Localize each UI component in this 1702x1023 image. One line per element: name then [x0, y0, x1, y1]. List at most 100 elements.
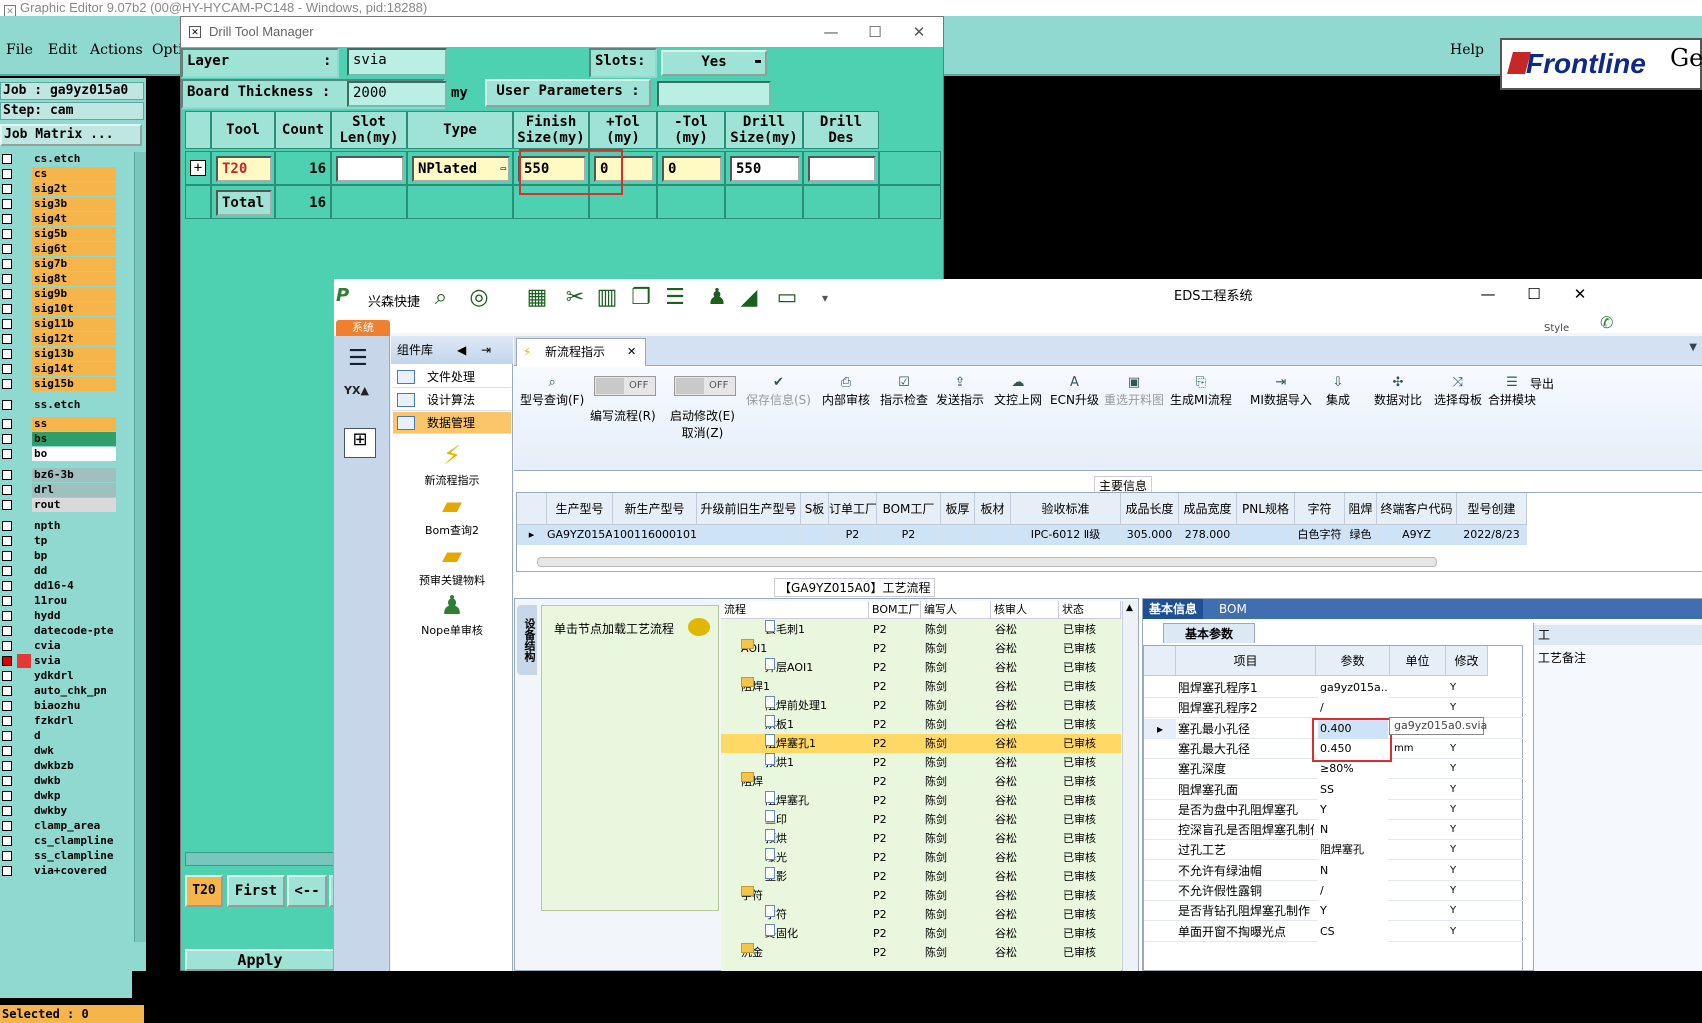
order-cell[interactable]: [975, 525, 1011, 545]
layer-row[interactable]: sig11b: [0, 317, 132, 331]
ribbon-button[interactable]: ☰ 合拼模块: [1488, 375, 1536, 408]
layer-row[interactable]: ss.etch: [0, 398, 132, 412]
system-tab[interactable]: 系统: [336, 320, 390, 336]
param-value[interactable]: N: [1318, 820, 1388, 841]
layer-checkbox[interactable]: [2, 641, 12, 651]
param-value[interactable]: 阻焊塞孔: [1318, 840, 1388, 861]
apply-button[interactable]: Apply: [185, 949, 335, 971]
layer-checkbox[interactable]: [2, 536, 12, 546]
layer-row[interactable]: svia: [0, 654, 132, 668]
param-row[interactable]: 不允许假性露铜 / Y: [1144, 881, 1524, 901]
tab-bom[interactable]: BOM: [1213, 599, 1253, 619]
param-row[interactable]: 是否背钻孔阻焊塞孔制作 Y Y: [1144, 901, 1524, 922]
order-col-header[interactable]: 新生产型号: [613, 493, 697, 525]
scroll-up-icon[interactable]: ▲: [1126, 603, 1133, 613]
layer-row[interactable]: sig9b: [0, 287, 132, 301]
flow-col-header[interactable]: BOM工厂: [869, 601, 921, 619]
layer-row[interactable]: npth: [0, 519, 132, 533]
order-cell[interactable]: 绿色: [1345, 525, 1377, 545]
layer-row[interactable]: via+covered: [0, 864, 132, 878]
layer-checkbox[interactable]: [2, 791, 12, 801]
slots-dropdown[interactable]: Yes ▬: [661, 50, 767, 76]
layer-checkbox[interactable]: [2, 319, 12, 329]
layer-row[interactable]: cs_clampline: [0, 834, 132, 848]
order-col-header[interactable]: 升级前旧生产型号: [697, 493, 801, 525]
order-cell[interactable]: IPC-6012 Ⅱ级: [1011, 525, 1121, 545]
user-parameters-button[interactable]: User Parameters :: [485, 79, 651, 107]
close-icon[interactable]: ✕: [897, 17, 941, 47]
layer-checkbox[interactable]: [2, 731, 12, 741]
ribbon-button[interactable]: ⇪ 发送指示: [936, 375, 984, 408]
order-col-header[interactable]: 板厚: [941, 493, 975, 525]
new-flow-item[interactable]: ⚡ 新流程指示: [391, 440, 513, 488]
order-col-header[interactable]: 生产型号: [547, 493, 613, 525]
ribbon-button[interactable]: 启动修改(E) 取消(Z): [670, 407, 735, 441]
param-row[interactable]: 过孔工艺 阻焊塞孔 Y: [1144, 840, 1524, 861]
ribbon-button[interactable]: ▣ 重选开料图: [1104, 375, 1164, 408]
param-col-header[interactable]: 项目: [1176, 646, 1316, 676]
ribbon-button[interactable]: ⇩ 集成: [1326, 375, 1350, 408]
layer-checkbox[interactable]: [2, 259, 12, 269]
layer-checkbox[interactable]: [2, 449, 12, 459]
layer-row[interactable]: sig10t: [0, 302, 132, 316]
layer-checkbox[interactable]: [2, 716, 12, 726]
pin-icon[interactable]: ⇥: [481, 336, 491, 364]
layer-checkbox[interactable]: [2, 626, 12, 636]
layer-checkbox[interactable]: [2, 434, 12, 444]
param-value[interactable]: ≥80%: [1318, 759, 1388, 780]
menu-help[interactable]: Help: [1450, 42, 1484, 58]
drill-des-input[interactable]: [808, 156, 876, 182]
order-col-header[interactable]: PNL规格: [1237, 493, 1295, 525]
comp-item-data[interactable]: 数据管理: [393, 412, 511, 434]
close-icon[interactable]: ✕: [1558, 279, 1602, 309]
yx-module-icon[interactable]: YX▲: [344, 384, 378, 414]
layer-checkbox[interactable]: [2, 701, 12, 711]
layer-row[interactable]: ss_clampline: [0, 849, 132, 863]
layer-checkbox[interactable]: [2, 686, 12, 696]
layer-checkbox[interactable]: [2, 671, 12, 681]
layer-checkbox[interactable]: [2, 776, 12, 786]
layer-checkbox[interactable]: [2, 289, 12, 299]
flow-row[interactable]: 阻焊塞孔1 P2 陈剑 谷松 已审核: [721, 734, 1121, 753]
minimize-icon[interactable]: —: [1466, 279, 1510, 309]
tool-value[interactable]: T20: [216, 156, 272, 182]
layer-row[interactable]: cs: [0, 167, 132, 181]
layer-row[interactable]: dwkbzb: [0, 759, 132, 773]
flow-row[interactable]: 阻焊塞孔 P2 陈剑 谷松 已审核: [721, 791, 1121, 810]
horizontal-scrollbar[interactable]: [185, 852, 335, 866]
calculator-icon[interactable]: ⊞: [344, 428, 376, 458]
order-cell[interactable]: [801, 525, 829, 545]
collapse-left-icon[interactable]: ◀: [457, 336, 466, 364]
flow-col-header[interactable]: 流程: [721, 601, 869, 619]
hamburger-icon[interactable]: ☰: [348, 346, 368, 371]
tab-new-flow[interactable]: ⚡ 新流程指示 ✕: [516, 338, 646, 366]
ribbon-button[interactable]: A ECN升级: [1050, 375, 1099, 408]
layer-row[interactable]: sig2t: [0, 182, 132, 196]
layer-checkbox[interactable]: [2, 400, 12, 410]
layer-row[interactable]: biaozhu: [0, 699, 132, 713]
nope-review-item[interactable]: ♟ Nope单审核: [391, 590, 513, 638]
minus-tol-input[interactable]: 0: [662, 156, 722, 182]
layer-row[interactable]: dwkp: [0, 789, 132, 803]
layer-row[interactable]: sig12t: [0, 332, 132, 346]
flow-row[interactable]: 阻焊1 P2 陈剑 谷松 已审核: [721, 677, 1121, 696]
ribbon-button[interactable]: ⇥ MI数据导入: [1250, 375, 1312, 408]
ribbon-button[interactable]: ☑ 指示检查: [880, 375, 928, 408]
flow-col-header[interactable]: 核审人: [991, 601, 1059, 619]
layer-checkbox[interactable]: [2, 746, 12, 756]
param-row[interactable]: 塞孔深度 ≥80% Y: [1144, 759, 1524, 780]
layer-input[interactable]: svia: [347, 48, 447, 76]
layer-checkbox[interactable]: [2, 244, 12, 254]
flow-col-header[interactable]: 编写人: [921, 601, 991, 619]
ribbon-button[interactable]: ⌕ 型号查询(F): [520, 375, 584, 408]
flow-row[interactable]: 丝印 P2 陈剑 谷松 已审核: [721, 810, 1121, 829]
flow-row[interactable]: 沉金 P2 陈剑 谷松 已审核: [721, 943, 1121, 962]
layer-row[interactable]: dd: [0, 564, 132, 578]
layer-row[interactable]: dwkby: [0, 804, 132, 818]
layer-row[interactable]: bp: [0, 549, 132, 563]
param-value[interactable]: ga9yz015a...: [1318, 678, 1388, 698]
flow-row[interactable]: 阻焊前处理1 P2 陈剑 谷松 已审核: [721, 696, 1121, 715]
flow-col-header[interactable]: 状态: [1059, 601, 1121, 619]
layer-row[interactable]: ss: [0, 417, 132, 431]
layer-row[interactable]: fzkdrl: [0, 714, 132, 728]
